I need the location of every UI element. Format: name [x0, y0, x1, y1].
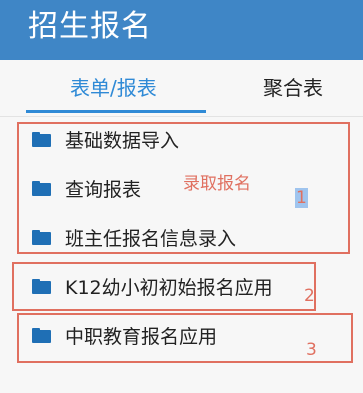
list-item-query-report[interactable]: 查询报表 [32, 173, 141, 203]
list-item-teacher-entry[interactable]: 班主任报名信息录入 [32, 222, 236, 252]
list-item-vocational-registration[interactable]: 中职教育报名应用 [32, 320, 217, 350]
tab-bar: 表单/报表 聚合表 [0, 60, 363, 117]
annotation-label-admission: 录取报名 [183, 174, 251, 194]
folder-icon [32, 229, 51, 245]
annotation-number-3: 3 [306, 340, 317, 360]
folder-icon [32, 180, 51, 196]
folder-icon [32, 278, 51, 294]
list-item-label: 基础数据导入 [65, 129, 180, 152]
folder-icon [32, 131, 51, 147]
annotation-number-1: 1 [295, 188, 308, 208]
folder-icon [32, 327, 51, 343]
list-item-label: K12幼小初初始报名应用 [65, 276, 273, 299]
tab-forms-reports[interactable]: 表单/报表 [70, 74, 157, 102]
tab-aggregate-table[interactable]: 聚合表 [263, 74, 323, 102]
list-item-label: 班主任报名信息录入 [65, 227, 237, 250]
app-header: 招生报名 [0, 0, 363, 60]
list-item-k12-registration[interactable]: K12幼小初初始报名应用 [32, 271, 273, 301]
list-item-basic-data-import[interactable]: 基础数据导入 [32, 124, 179, 154]
annotation-number-1-text: 1 [295, 188, 308, 208]
list-item-label: 查询报表 [65, 178, 142, 201]
list-item-label: 中职教育报名应用 [65, 325, 218, 348]
active-tab-indicator [26, 110, 206, 113]
page-title: 招生报名 [28, 9, 152, 44]
annotation-number-2: 2 [304, 286, 315, 306]
